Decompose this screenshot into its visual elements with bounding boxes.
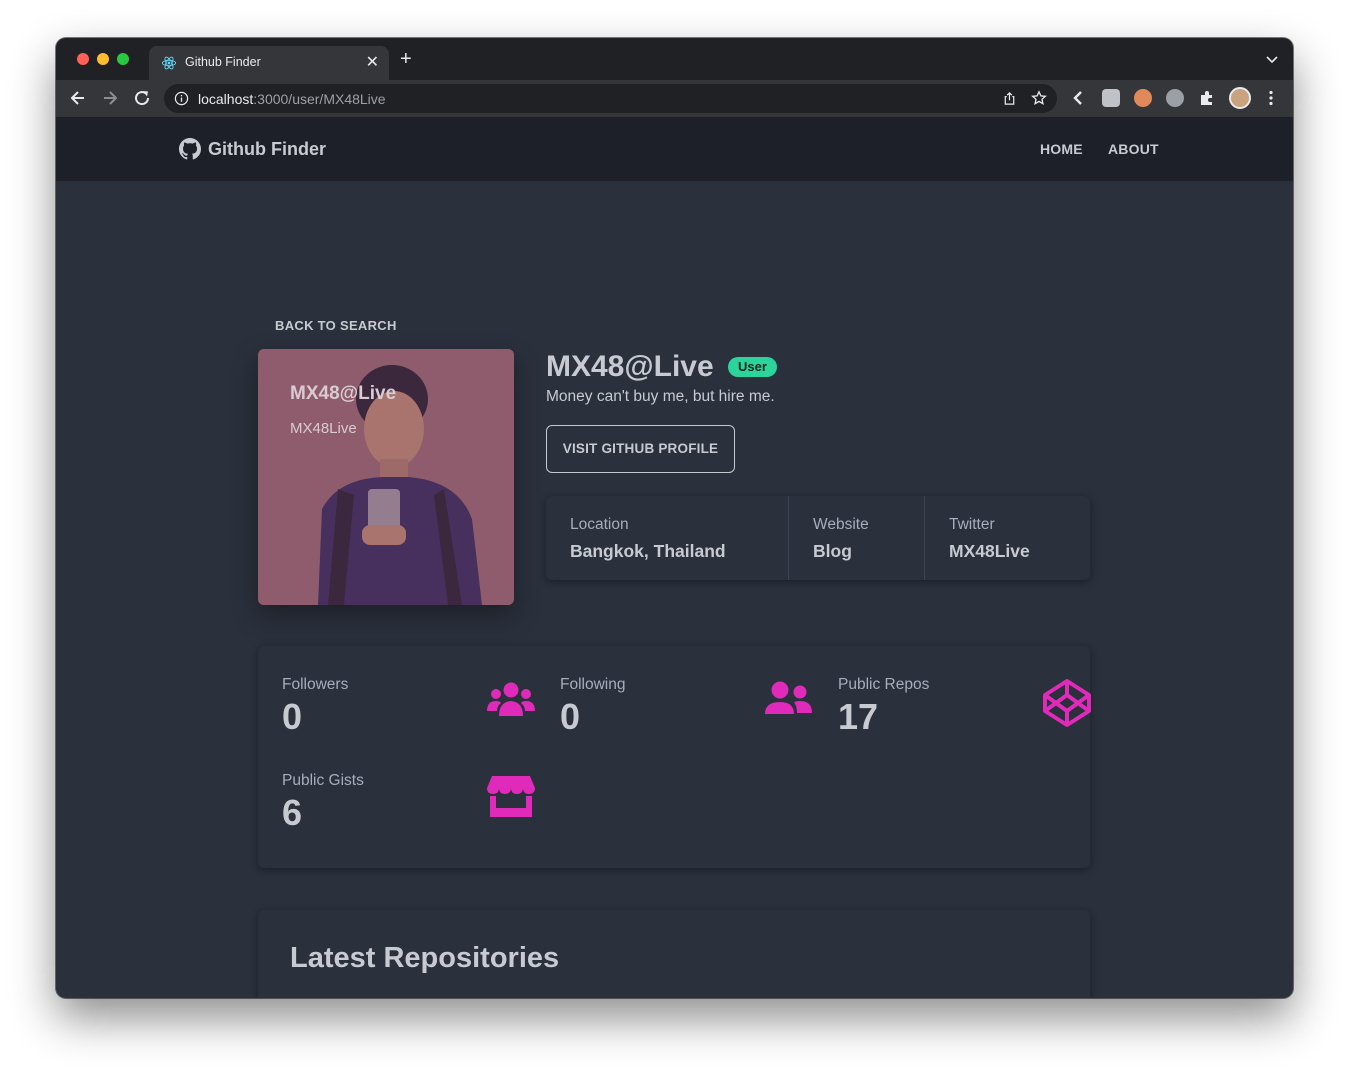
codepen-icon [1043, 679, 1091, 727]
tab-strip: Github Finder ✕ + [56, 38, 1293, 80]
stat-label: Public Repos [838, 676, 930, 693]
nav-about-link[interactable]: ABOUT [1108, 141, 1159, 157]
browser-window: Github Finder ✕ + localhost:3000/user/MX… [56, 38, 1293, 998]
stat-value: 0 [282, 696, 303, 737]
stat-public-repos: Public Repos 17 [838, 676, 1092, 746]
twitter-label: Twitter [949, 516, 995, 533]
stat-following: Following 0 [560, 676, 814, 746]
stat-value: 17 [838, 696, 879, 737]
more-vertical-icon[interactable] [1262, 89, 1280, 107]
avatar-overlay-name: MX48@Live [290, 383, 397, 404]
maximize-window-button[interactable] [117, 53, 129, 65]
store-icon [487, 776, 535, 817]
profile-avatar-icon[interactable] [1229, 87, 1251, 109]
github-icon [179, 138, 201, 160]
bookmark-star-icon[interactable] [1031, 90, 1047, 106]
url-text: localhost:3000/user/MX48Live [198, 91, 386, 107]
devtools-chevron-icon[interactable] [1070, 89, 1088, 107]
nav-home-link[interactable]: HOME [1040, 141, 1083, 157]
reload-icon[interactable] [132, 88, 152, 108]
profile-bio: Money can't buy me, but hire me. [546, 388, 775, 405]
profile-name: MX48@Live [546, 350, 714, 383]
stat-followers: Followers 0 [282, 676, 536, 746]
new-tab-button[interactable]: + [400, 49, 412, 69]
visit-github-profile-button[interactable]: VISIT GITHUB PROFILE [546, 425, 735, 473]
tab-close-icon[interactable]: ✕ [366, 52, 379, 72]
stat-value: 6 [282, 792, 303, 833]
stat-public-gists: Public Gists 6 [282, 772, 536, 842]
browser-toolbar: localhost:3000/user/MX48Live [56, 80, 1293, 117]
brand-link[interactable]: Github Finder [179, 138, 326, 160]
website-cell: Website Blog [788, 496, 924, 580]
latest-repositories-card: Latest Repositories [258, 910, 1090, 998]
stat-label: Public Gists [282, 772, 364, 789]
location-label: Location [570, 516, 629, 533]
location-value: Bangkok, Thailand [570, 541, 726, 561]
url-host: localhost [198, 91, 254, 107]
user-friends-icon [765, 681, 812, 714]
users-icon [487, 682, 535, 716]
address-bar[interactable]: localhost:3000/user/MX48Live [164, 84, 1057, 113]
app-navbar: Github Finder HOME ABOUT [56, 117, 1293, 181]
stats-card: Followers 0 Following 0 Public Repos 17 … [258, 646, 1092, 868]
website-link[interactable]: Blog [813, 541, 852, 562]
puzzle-extensions-icon[interactable] [1198, 89, 1216, 107]
face-extension-icon[interactable] [1134, 89, 1152, 107]
info-icon[interactable] [174, 91, 189, 106]
forward-arrow-icon[interactable] [100, 88, 120, 108]
stat-label: Following [560, 676, 626, 693]
stat-value: 0 [560, 696, 581, 737]
avatar: MX48@Live MX48Live [258, 349, 514, 605]
back-to-search-link[interactable]: BACK TO SEARCH [275, 318, 397, 333]
brand-title: Github Finder [208, 138, 326, 159]
react-icon [161, 56, 177, 70]
location-cell: Location Bangkok, Thailand [546, 496, 788, 580]
openai-extension-icon[interactable] [1166, 89, 1184, 107]
chat-extension-icon[interactable] [1102, 89, 1120, 107]
website-label: Website [813, 516, 869, 533]
user-type-badge: User [728, 357, 777, 377]
repos-title: Latest Repositories [290, 942, 560, 974]
chevron-down-icon[interactable] [1265, 52, 1279, 66]
minimize-window-button[interactable] [97, 53, 109, 65]
browser-tab[interactable]: Github Finder ✕ [149, 46, 389, 80]
back-arrow-icon[interactable] [68, 88, 88, 108]
stat-label: Followers [282, 676, 349, 693]
tab-title: Github Finder [185, 55, 261, 69]
avatar-overlay-login: MX48Live [290, 420, 357, 437]
twitter-link[interactable]: MX48Live [949, 541, 1030, 562]
share-icon[interactable] [1002, 91, 1017, 106]
close-window-button[interactable] [77, 53, 89, 65]
twitter-cell: Twitter MX48Live [924, 496, 1090, 580]
profile-info-card: Location Bangkok, Thailand Website Blog … [546, 496, 1090, 580]
url-path: :3000/user/MX48Live [253, 91, 386, 107]
